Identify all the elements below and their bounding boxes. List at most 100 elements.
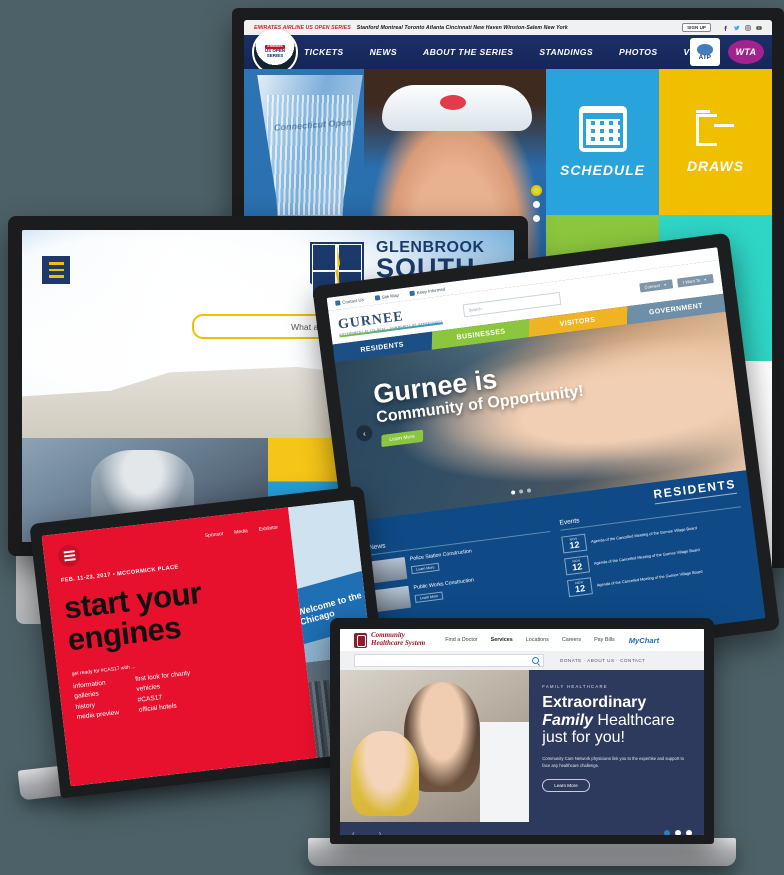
hero-line1: Extraordinary (542, 694, 647, 711)
tile-draws-label: DRAWS (686, 158, 745, 174)
hero-dot-3[interactable] (526, 488, 531, 493)
healthcare-nav-careers[interactable]: Careers (562, 637, 581, 643)
autoshow-list-right: first look for charity vehicles #CAS17 o… (135, 669, 195, 716)
calendar-icon (578, 106, 627, 152)
news-learn-more[interactable]: Learn More (414, 591, 444, 604)
gurnee-screen: Contact Us Site Map Keep Informed GURNEE… (326, 247, 766, 669)
uso-signup-button[interactable]: SIGN UP (682, 23, 711, 32)
gurnee-search-input[interactable]: Search (462, 291, 562, 317)
hamburger-menu-icon[interactable] (42, 256, 70, 284)
gurnee-columns: News Police Station Construction Learn Mo… (368, 496, 751, 626)
uso-main-nav: Emirates US OPEN SERIES TICKETS NEWS ABO… (244, 29, 772, 75)
uso-nav-news[interactable]: NEWS (370, 47, 397, 57)
gurnee-util-sitemap[interactable]: Site Map (374, 293, 399, 301)
atp-logo[interactable]: ATP (690, 38, 720, 66)
healthcare-hero-headline: Extraordinary Family Healthcare just for… (542, 694, 691, 747)
chevron-down-icon: ▾ (663, 281, 667, 287)
uso-nav-about[interactable]: ABOUT THE SERIES (423, 47, 513, 57)
tile-draws[interactable]: DRAWS (659, 69, 772, 215)
healthcare-nav-links: Find a Doctor Services Locations Careers… (445, 637, 614, 643)
gurnee-monitor: Contact Us Site Map Keep Informed GURNEE… (311, 232, 781, 684)
uso-nav-tickets[interactable]: TICKETS (304, 47, 344, 57)
uso-utility-bar: EMIRATES AIRLINE US OPEN SERIES Stanford… (244, 20, 772, 35)
autoshow-list-left: information galleries history media prev… (73, 678, 120, 723)
instagram-icon[interactable] (745, 24, 751, 31)
healthcare-carousel-bar: ‹ › (340, 822, 704, 835)
search-icon (532, 657, 539, 664)
hero-line3: just for you! (542, 729, 625, 747)
news-title: Police Station Construction (409, 548, 473, 563)
photo-girl (351, 730, 420, 816)
carousel-dot-3[interactable] (686, 830, 692, 835)
uso-nav-photos[interactable]: PHOTOS (619, 47, 658, 57)
youtube-icon[interactable] (756, 25, 762, 31)
gurnee-action-buttons: Connect ▾ I Want To ▾ (638, 273, 714, 292)
healthcare-logo-mark-icon (354, 632, 367, 648)
autoshow-nav-sponsor[interactable]: Sponsor (205, 531, 224, 539)
photo-doctor-coat (480, 721, 530, 822)
hero-line2-rest: Healthcare (592, 711, 675, 729)
device-mockup-showcase: EMIRATES AIRLINE US OPEN SERIES Stanford… (0, 0, 784, 875)
uso-logo-line3: SERIES (266, 52, 284, 58)
uso-carousel-dots[interactable] (533, 187, 540, 222)
carousel-dot-3[interactable] (533, 215, 540, 222)
hamburger-menu-icon[interactable] (56, 543, 82, 569)
bell-icon (409, 290, 416, 297)
healthcare-learn-more-button[interactable]: Learn More (542, 779, 590, 793)
carousel-dot-1[interactable] (533, 187, 540, 194)
uso-nav-standings[interactable]: STANDINGS (539, 47, 593, 57)
news-learn-more[interactable]: Learn More (410, 562, 441, 575)
healthcare-logo-line2: Healthcare System (371, 639, 426, 647)
hero-dot-2[interactable] (518, 489, 523, 494)
community-healthcare-screen: Community Healthcare System Find a Doctor… (340, 629, 704, 835)
healthcare-carousel-dots[interactable] (664, 830, 692, 835)
gurnee-connect-button[interactable]: Connect ▾ (638, 278, 674, 292)
healthcare-nav-services[interactable]: Services (491, 637, 513, 643)
healthcare-nav-pay-bills[interactable]: Pay Bills (594, 637, 615, 643)
healthcare-hero-body: Community Care Network physicians link y… (542, 755, 685, 768)
autoshow-nav-media[interactable]: Media (234, 528, 248, 536)
tile-schedule[interactable]: SCHEDULE (546, 69, 659, 215)
carousel-dot-1[interactable] (664, 830, 670, 835)
news-thumbnail (374, 585, 412, 612)
facebook-icon[interactable] (723, 25, 729, 31)
healthcare-nav-find-a-doctor[interactable]: Find a Doctor (445, 637, 477, 643)
hero-dot-1[interactable] (510, 490, 516, 495)
uso-nav-list: TICKETS NEWS ABOUT THE SERIES STANDINGS … (304, 47, 712, 57)
gurnee-util-keepinformed[interactable]: Keep Informed (409, 287, 446, 297)
uso-social-links[interactable] (723, 24, 762, 31)
wta-logo[interactable]: WTA (728, 40, 764, 64)
healthcare-top-nav: Community Healthcare System Find a Doctor… (340, 629, 704, 651)
gurnee-util-contact[interactable]: Contact Us (335, 297, 364, 306)
tile-schedule-label: SCHEDULE (559, 162, 645, 178)
hero-line2-italic: Family (542, 711, 593, 729)
event-text: Agenda of the Cancelled Meeting of the G… (593, 546, 700, 566)
autoshow-headline: start your engines (62, 568, 288, 657)
mychart-link[interactable]: MyChart (629, 636, 659, 645)
event-text: Agenda of the Cancelled Meeting of the G… (596, 568, 703, 588)
autoshow-nav: Sponsor Media Exhibitor (205, 525, 279, 539)
autoshow-nav-exhibitor[interactable]: Exhibitor (258, 525, 278, 533)
player-visor (382, 85, 532, 131)
carousel-dot-2[interactable] (533, 201, 540, 208)
carousel-next-button[interactable]: › (379, 829, 382, 836)
twitter-icon[interactable] (734, 25, 740, 31)
bracket-icon (695, 110, 736, 148)
carousel-prev-button[interactable]: ‹ (352, 829, 355, 836)
healthcare-nav-locations[interactable]: Locations (526, 637, 549, 643)
gurnee-events-column: Events NOV 12 Agenda of the Cancelled Mee… (559, 496, 750, 602)
event-date-badge: NOV 12 (564, 555, 591, 576)
uso-city-list: Stanford Montreal Toronto Atlanta Cincin… (356, 24, 568, 31)
healthcare-hero: FAMILY HEALTHCARE Extraordinary Family H… (340, 670, 704, 822)
healthcare-hero-photo (340, 670, 530, 822)
news-thumbnail (370, 557, 408, 584)
event-text: Agenda of the Cancelled Meeting of the G… (590, 525, 698, 544)
carousel-dot-2[interactable] (675, 830, 681, 835)
healthcare-search-input[interactable] (354, 654, 544, 667)
event-date-badge: NOV 12 (561, 533, 588, 554)
healthcare-sub-links[interactable]: DONATE · ABOUT US · CONTACT (560, 658, 645, 663)
healthcare-logo[interactable]: Community Healthcare System (354, 632, 426, 648)
healthcare-hero-panel: FAMILY HEALTHCARE Extraordinary Family H… (529, 670, 704, 822)
gurnee-iwantto-button[interactable]: I Want To ▾ (677, 273, 714, 288)
chevron-down-icon: ▾ (703, 276, 707, 282)
